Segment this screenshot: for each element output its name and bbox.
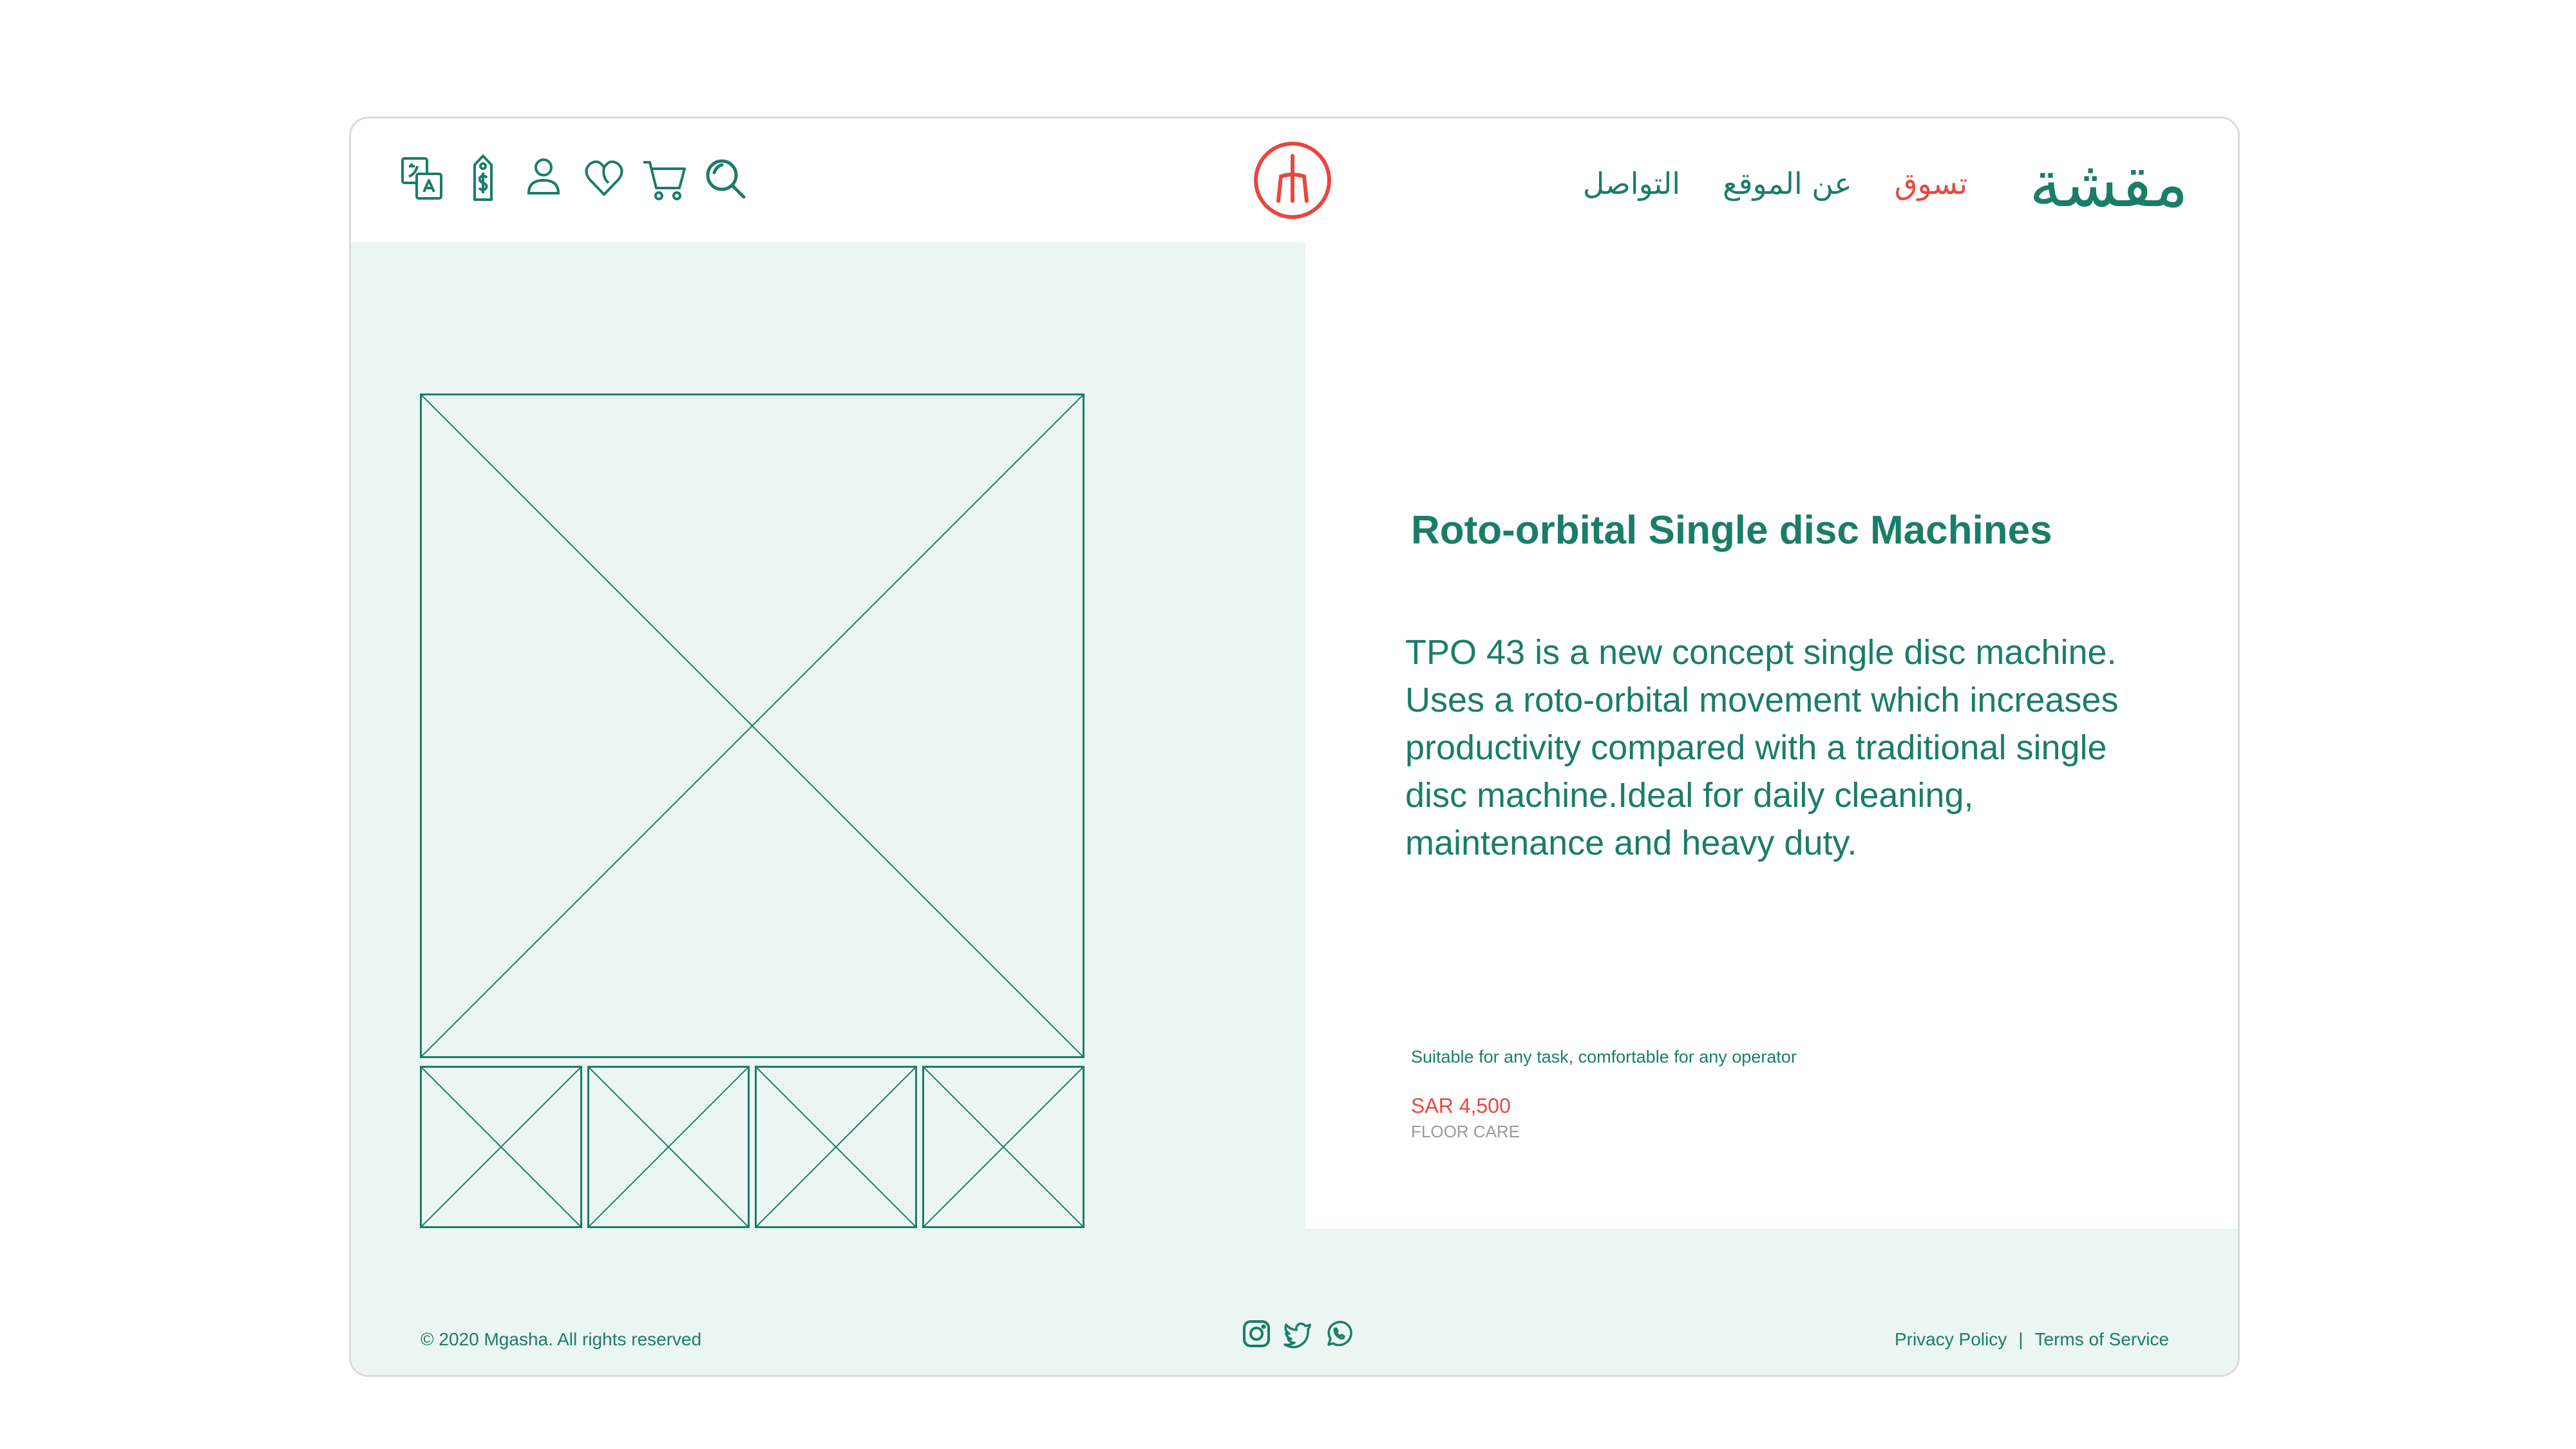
whatsapp-icon[interactable]	[1324, 1319, 1354, 1349]
product-tagline: Suitable for any task, comfortable for a…	[1411, 1047, 1797, 1066]
product-description: TPO 43 is a new concept single disc mach…	[1405, 633, 2119, 862]
brand-logo[interactable]: مقشة	[2029, 152, 2188, 216]
wishlist-heart-icon[interactable]	[582, 152, 627, 204]
user-icon[interactable]	[521, 152, 566, 204]
product-details: Roto-orbital Single disc Machines TPO 43…	[1305, 242, 2238, 1229]
product-thumbnail[interactable]	[755, 1066, 917, 1228]
translate-icon[interactable]	[400, 152, 445, 204]
site-footer: © 2020 Mgasha. All rights reserved Priva…	[351, 1229, 2238, 1375]
social-links	[1242, 1319, 1354, 1349]
product-thumbnail[interactable]	[587, 1066, 750, 1228]
search-icon[interactable]	[703, 152, 748, 204]
cart-icon[interactable]	[642, 152, 687, 204]
product-thumbnail-strip	[420, 1066, 1084, 1228]
instagram-icon[interactable]	[1242, 1319, 1271, 1349]
legal-links: Privacy Policy | Terms of Service	[1895, 1329, 2169, 1350]
copyright-text: © 2020 Mgasha. All rights reserved	[421, 1329, 702, 1349]
nav-item-about[interactable]: عن الموقع	[1723, 166, 1852, 202]
main-navigation: مقشة تسوق عن الموقع التواصل	[1540, 152, 2188, 216]
product-main-image-placeholder[interactable]	[420, 393, 1084, 1058]
terms-of-service-link[interactable]: Terms of Service	[2035, 1329, 2170, 1350]
privacy-policy-link[interactable]: Privacy Policy	[1895, 1329, 2007, 1350]
twitter-icon[interactable]	[1283, 1319, 1312, 1349]
legal-separator: |	[2018, 1329, 2023, 1349]
product-price: SAR 4,500	[1411, 1094, 1511, 1117]
product-title: Roto-orbital Single disc Machines	[1411, 508, 2052, 553]
product-thumbnail[interactable]	[420, 1066, 582, 1228]
site-header: مقشة تسوق عن الموقع التواصل	[351, 118, 2238, 242]
header-utility-icons	[400, 152, 748, 204]
nav-item-contact[interactable]: التواصل	[1583, 166, 1680, 202]
product-category-link[interactable]: FLOOR CARE	[1411, 1122, 1520, 1142]
product-thumbnail[interactable]	[922, 1066, 1084, 1228]
product-gallery	[351, 242, 1305, 1229]
price-tag-icon[interactable]	[460, 152, 506, 204]
site-emblem-logo[interactable]	[1253, 140, 1332, 220]
nav-item-shop[interactable]: تسوق	[1895, 166, 1967, 202]
app-window: مقشة تسوق عن الموقع التواصل Roto-orbital…	[349, 117, 2240, 1377]
